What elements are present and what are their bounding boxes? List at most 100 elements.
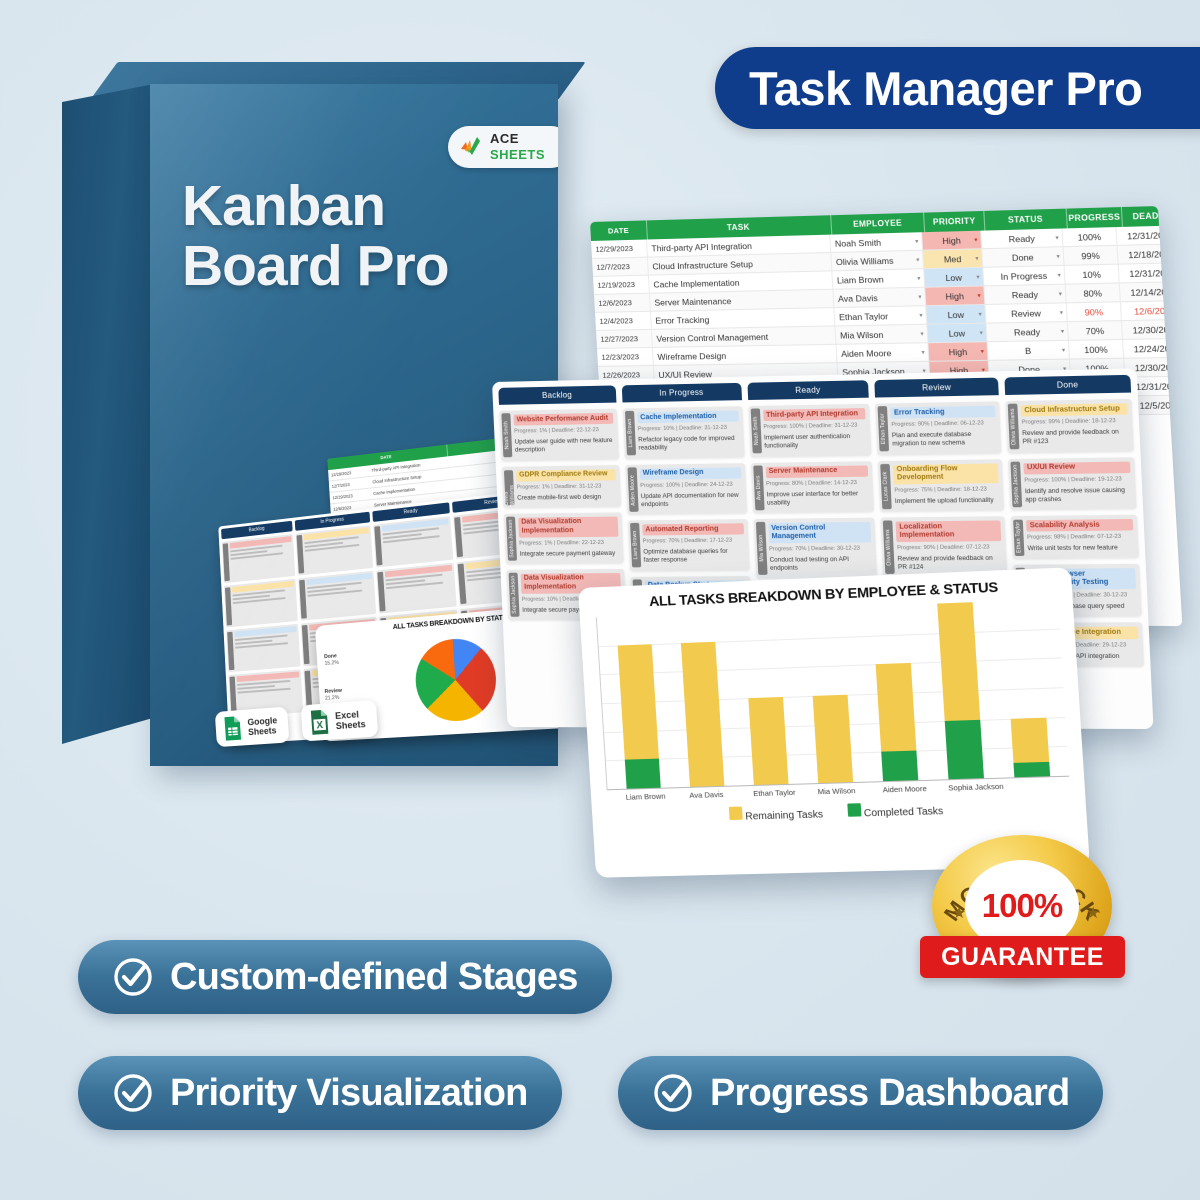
cell-status[interactable]: Ready▾ — [986, 322, 1069, 342]
mini-card-line — [307, 589, 363, 597]
kanban-card[interactable]: Sophia Jackson UX/UI Review Progress: 100%… — [1008, 456, 1137, 510]
cell-date: 12/23/2023 — [597, 347, 654, 366]
feature-pill-custom-stages[interactable]: Custom-defined Stages — [78, 940, 612, 1014]
chevron-down-icon[interactable]: ▾ — [1056, 253, 1060, 260]
cell-status[interactable]: In Progress ▾ — [983, 265, 1066, 286]
mini-kanban-card — [223, 578, 299, 628]
kanban-card[interactable]: Noah Smith Third-party API Integration Pro… — [748, 403, 872, 457]
kanban-card[interactable]: Liam Brown Automated Reporting Progress: 7… — [627, 519, 750, 571]
cell-employee[interactable]: Noah Smith▾ — [830, 232, 924, 252]
cell-priority[interactable]: High ▾ — [928, 342, 989, 361]
mini-card-line — [391, 667, 450, 675]
card-title: Version Control Management — [767, 521, 872, 544]
chevron-down-icon[interactable]: ▾ — [1058, 290, 1063, 297]
cell-priority[interactable]: High ▾ — [925, 286, 986, 306]
mini-kanban-card — [295, 525, 373, 576]
kanban-card[interactable]: Olivia Williams Localization Implementati… — [881, 516, 1008, 578]
card-meta: Progress: 90% | Deadline: 07-12-23 — [897, 544, 990, 552]
chevron-down-icon[interactable]: ▾ — [1055, 234, 1059, 241]
cell-progress: 80% — [1065, 283, 1121, 303]
mini-kanban-card — [373, 516, 454, 568]
chevron-down-icon[interactable]: ▾ — [1060, 309, 1064, 316]
chevron-down-icon[interactable]: ▾ — [921, 348, 925, 355]
chevron-down-icon[interactable]: ▾ — [915, 237, 919, 244]
mini-card-line — [232, 594, 270, 601]
card-description: Refactor legacy code for improved readab… — [638, 435, 735, 453]
card-employee-tag: Sophia Jackson — [506, 516, 518, 561]
cell-status[interactable]: B ▾ — [987, 340, 1070, 360]
kanban-card[interactable]: Liam Brown Cache Implementation Progress: … — [622, 406, 745, 459]
cell-priority[interactable]: Low ▾ — [924, 267, 985, 287]
mini-card-line — [312, 674, 369, 681]
cell-employee[interactable]: Mia Wilson ▾ — [835, 324, 929, 344]
kanban-card[interactable]: Aiden Moore Wireframe Design Progress: 100… — [625, 462, 747, 515]
bar-group — [936, 602, 984, 780]
cell-status[interactable]: Ready▾ — [984, 284, 1067, 304]
cell-deadline: 12/30/2023 — [1121, 319, 1183, 339]
employee-status-chart-card: ALL TASKS BREAKDOWN BY EMPLOYEE & STATUS… — [578, 567, 1090, 878]
mini-card-line — [235, 642, 289, 649]
mini-card-tag — [377, 571, 386, 612]
kanban-card[interactable]: Noah Smith Website Performance Audit Progr… — [499, 408, 619, 461]
feature-label: Custom-defined Stages — [170, 955, 578, 998]
kanban-card[interactable]: Mia Wilson Version Control Management Prog… — [753, 517, 878, 579]
cell-employee[interactable]: Olivia Williams ▾ — [831, 250, 925, 271]
chevron-down-icon[interactable]: ▾ — [1062, 346, 1066, 353]
card-description: Integrate secure payment gateway — [519, 549, 616, 558]
bar-x-label — [1014, 780, 1050, 790]
chevron-down-icon[interactable]: ▾ — [919, 311, 923, 318]
cell-priority[interactable]: Low ▾ — [927, 323, 988, 343]
kanban-card[interactable]: Ethan Taylor Error Tracking Progress: 90% … — [875, 401, 1002, 455]
kanban-card[interactable]: Ethan Taylor Scalability Analysis Progress… — [1011, 514, 1139, 560]
cell-status[interactable]: Done▾ — [982, 247, 1065, 267]
chevron-down-icon[interactable]: ▾ — [920, 330, 924, 337]
chevron-down-icon[interactable]: ▾ — [977, 292, 981, 299]
chevron-down-icon[interactable]: ▾ — [980, 347, 985, 355]
chevron-down-icon[interactable]: ▾ — [974, 236, 978, 243]
cell-employee[interactable]: Ava Davis ▾ — [833, 287, 927, 308]
chevron-down-icon[interactable]: ▾ — [978, 310, 982, 317]
bar-segment-remaining — [617, 643, 659, 761]
mini-card-tag — [380, 617, 389, 658]
chevron-down-icon[interactable]: ▾ — [976, 273, 980, 280]
bar-group — [871, 605, 918, 782]
cell-employee[interactable]: Liam Brown ▾ — [832, 269, 926, 289]
kanban-card[interactable]: Sophia Jackson Data Visualization Impleme… — [503, 512, 624, 564]
chevron-down-icon[interactable]: ▾ — [916, 256, 920, 263]
mini-card-line — [385, 579, 426, 586]
bar-x-label: Ethan Taylor — [752, 787, 796, 799]
cell-status[interactable]: Review▾ — [985, 303, 1068, 323]
kanban-card[interactable]: Ava Davis Server Maintenance Progress: 80%… — [750, 460, 875, 513]
mini-card-title — [390, 658, 460, 671]
cell-deadline: 12/18/2023 — [1117, 244, 1183, 264]
cell-employee[interactable]: Aiden Moore ▾ — [836, 343, 930, 363]
mini-card-title — [381, 518, 449, 532]
cell-deadline: 12/31/2023 — [1118, 263, 1183, 283]
chevron-down-icon[interactable]: ▾ — [1061, 327, 1065, 334]
card-employee-tag: Ethan Taylor — [1013, 519, 1025, 556]
chevron-down-icon[interactable]: ▾ — [1057, 271, 1061, 278]
kanban-card[interactable]: Lucas Clark Onboarding Flow Development Pr… — [878, 458, 1005, 512]
feature-pill-progress-dashboard[interactable]: Progress Dashboard — [618, 1056, 1104, 1130]
mini-card-tag — [464, 658, 474, 700]
bar-x-label: Mia Wilson — [817, 786, 856, 797]
cell-status[interactable]: Ready▾ — [981, 228, 1064, 249]
chevron-down-icon[interactable]: ▾ — [975, 255, 979, 262]
cell-priority[interactable]: High ▾ — [922, 230, 983, 250]
cell-priority[interactable]: Med▾ — [923, 249, 984, 269]
mini-kanban-header: Ready — [372, 502, 451, 522]
chevron-down-icon[interactable]: ▾ — [918, 293, 922, 300]
cell-date: 12/4/2023 — [595, 311, 652, 330]
mini-card-line — [237, 687, 291, 694]
cell-employee[interactable]: Ethan Taylor ▾ — [834, 306, 928, 326]
mini-kanban-column: Ready — [372, 502, 466, 732]
kanban-card[interactable]: Olivia Williams Cloud Infrastructure Setu… — [1005, 398, 1134, 453]
chevron-down-icon[interactable]: ▾ — [979, 329, 983, 336]
cell-priority[interactable]: Low ▾ — [926, 305, 987, 324]
chevron-down-icon[interactable]: ▾ — [917, 274, 921, 281]
feature-pill-priority-visualization[interactable]: Priority Visualization — [78, 1056, 562, 1130]
column-header-employee: EMPLOYEE — [831, 212, 926, 235]
bar-segment-remaining — [1010, 717, 1049, 763]
kanban-card[interactable]: Olivia Williams GDPR Compliance Review Pro… — [501, 464, 621, 508]
bar-x-label: Aiden Moore — [882, 783, 928, 795]
